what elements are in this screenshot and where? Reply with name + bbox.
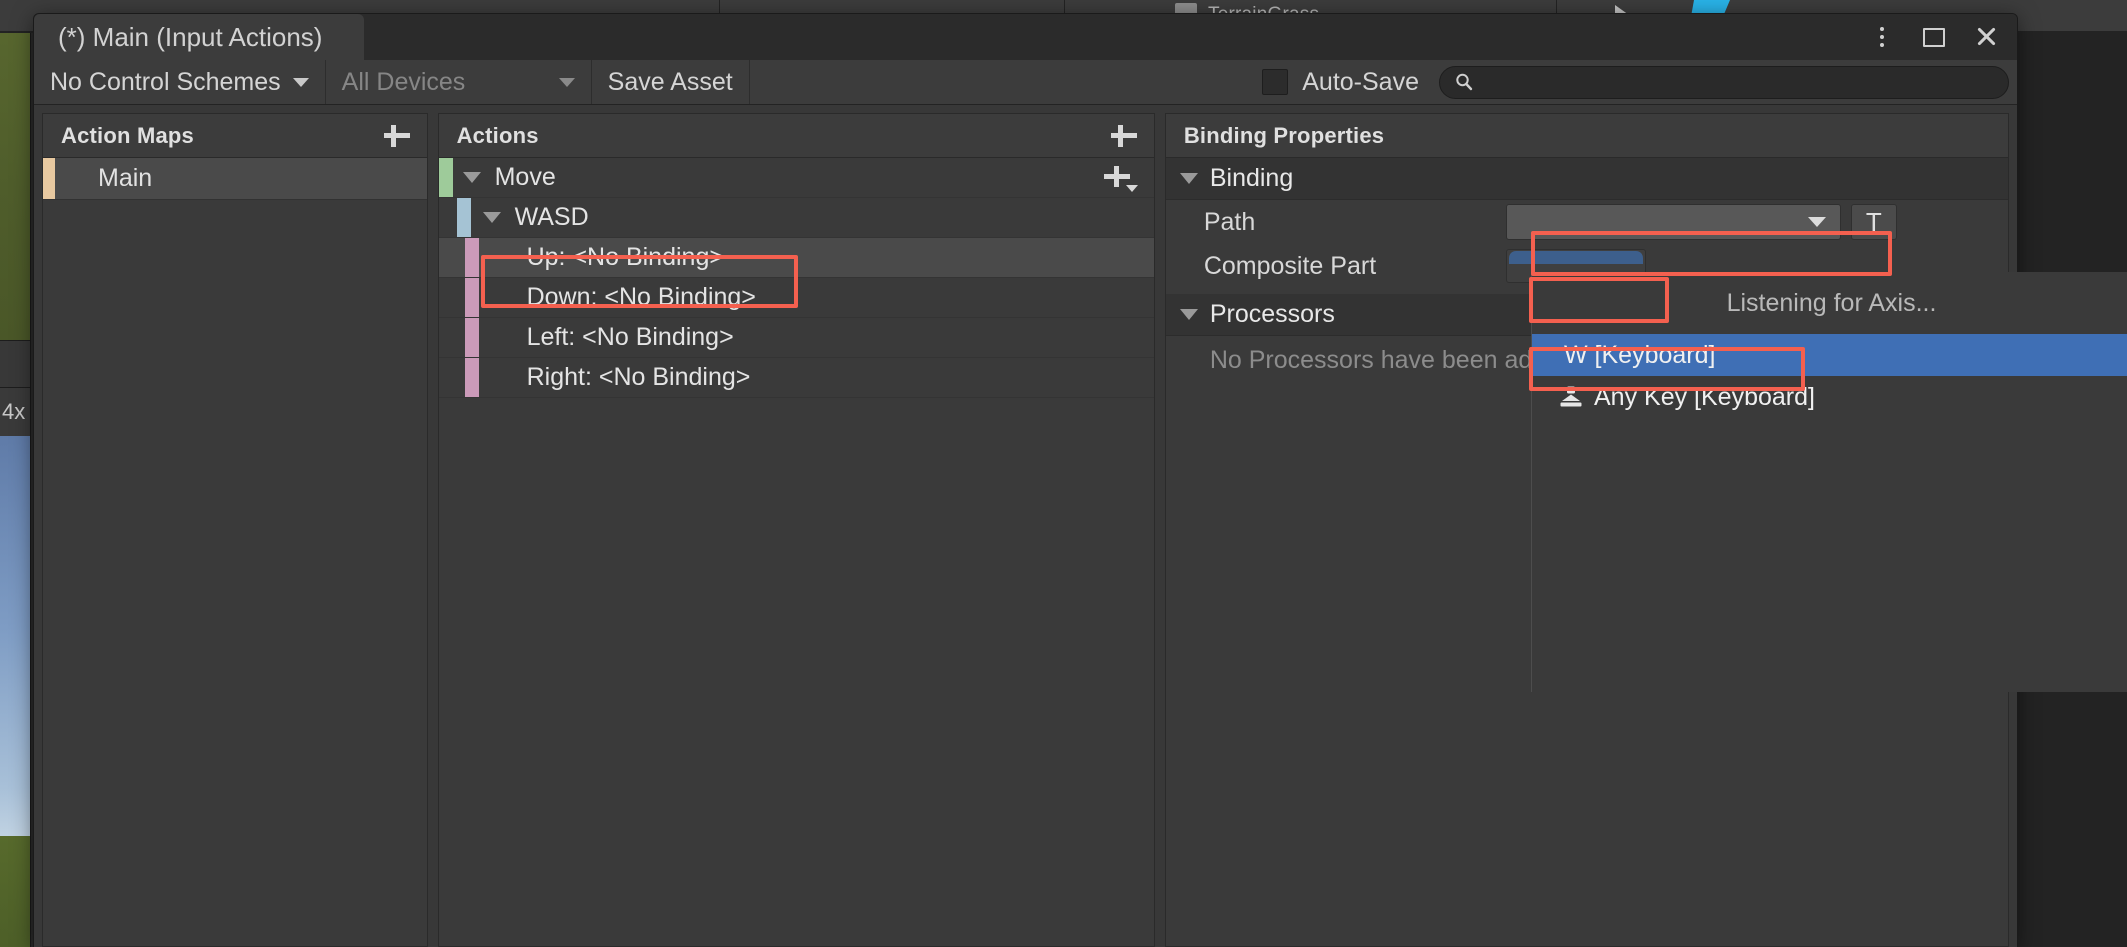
binding-foldout[interactable]: Binding [1166,158,2008,200]
chevron-down-icon[interactable] [463,172,481,183]
action-label: Move [495,163,556,192]
add-action-map-button[interactable] [381,120,413,152]
action-accent [465,238,479,277]
action-label: WASD [515,203,589,232]
chevron-down-icon [1180,173,1198,184]
toolbar-spacer [750,60,1263,104]
close-icon[interactable] [1971,22,2001,52]
composite-part-label: Composite Part [1204,252,1506,281]
editor-toolbar: No Control Schemes All Devices Save Asse… [34,60,2017,105]
dropdown-item-label: Any Key [Keyboard] [1594,383,1815,412]
auto-save-label: Auto-Save [1302,68,1419,97]
action-label: Down: <No Binding> [527,283,756,312]
action-maps-header: Action Maps [43,114,427,158]
action-row-move[interactable]: Move [439,158,1154,198]
chevron-down-icon[interactable] [483,212,501,223]
action-map-accent [43,158,55,199]
auto-save-checkbox[interactable] [1262,69,1288,95]
chevron-down-icon [1808,217,1826,227]
binding-foldout-label: Binding [1210,164,1293,193]
path-dropdown-field[interactable] [1506,204,1841,240]
action-row-down[interactable]: Down: <No Binding> [439,278,1154,318]
dropdown-item-label: W [Keyboard] [1564,341,1715,370]
window-controls [1867,14,2001,60]
tab-input-actions[interactable]: (*) Main (Input Actions) [34,14,364,60]
panel-divider-1[interactable] [428,113,438,947]
control-schemes-label: No Control Schemes [50,68,281,97]
binding-properties-title: Binding Properties [1184,123,1384,149]
action-map-label: Main [43,164,152,193]
toolbar-right-group: Auto-Save [1262,60,2017,104]
search-field[interactable] [1439,66,2009,99]
binding-properties-header: Binding Properties [1166,114,2008,158]
action-accent [439,158,453,197]
kebab-menu-icon[interactable] [1867,22,1897,52]
action-accent [457,198,471,237]
scene-grass-top [0,0,30,340]
background-scale-label: 4x [0,388,30,436]
add-binding-button[interactable] [1104,163,1138,193]
action-maps-panel: Action Maps Main [42,113,428,947]
action-accent [465,358,479,397]
action-label: Right: <No Binding> [527,363,751,392]
path-label: Path [1204,208,1506,237]
action-label: Left: <No Binding> [527,323,734,352]
action-row-wasd[interactable]: WASD [439,198,1154,238]
save-asset-button[interactable]: Save Asset [592,60,750,104]
path-property-row: Path T [1166,200,2008,244]
search-input[interactable] [1474,71,2008,94]
action-maps-title: Action Maps [61,123,194,149]
action-row-left[interactable]: Left: <No Binding> [439,318,1154,358]
chevron-down-icon [559,78,575,87]
add-action-button[interactable] [1108,120,1140,152]
composite-part-selected-indicator [1509,251,1643,264]
dropdown-status-message: Listening for Axis... [1532,272,2127,334]
search-icon [1454,72,1474,92]
actions-panel: Actions Move WASD Up: <No Binding> D [438,113,1155,947]
processors-foldout-label: Processors [1210,300,1335,329]
scene-view-sky [0,436,30,836]
devices-dropdown[interactable]: All Devices [326,60,592,104]
dropdown-item-any-key[interactable]: Any Key [Keyboard] [1532,376,2127,418]
action-accent [465,278,479,317]
dropdown-item-w-keyboard[interactable]: W [Keyboard] [1532,334,2127,376]
tab-label: (*) Main (Input Actions) [58,22,322,53]
chevron-down-icon [293,78,309,87]
window-titlebar: (*) Main (Input Actions) [34,14,2017,60]
action-map-item-main[interactable]: Main [43,158,427,200]
action-row-right[interactable]: Right: <No Binding> [439,358,1154,398]
devices-label: All Devices [342,68,466,97]
chevron-down-icon [1180,309,1198,320]
path-text-mode-button[interactable]: T [1851,204,1897,240]
path-dropdown-popup: Listening for Axis... W [Keyboard] Any K… [1531,272,2127,692]
action-label: Up: <No Binding> [527,243,724,272]
background-panel-header [0,340,30,388]
action-accent [465,318,479,357]
action-row-up[interactable]: Up: <No Binding> [439,238,1154,278]
control-schemes-dropdown[interactable]: No Control Schemes [34,60,326,104]
save-asset-label: Save Asset [608,68,733,97]
keyboard-key-icon [1558,385,1584,409]
actions-header: Actions [439,114,1154,158]
panel-divider-2[interactable] [1155,113,1165,947]
actions-title: Actions [457,123,539,149]
scene-view-ground [0,836,30,947]
maximize-icon[interactable] [1919,22,1949,52]
